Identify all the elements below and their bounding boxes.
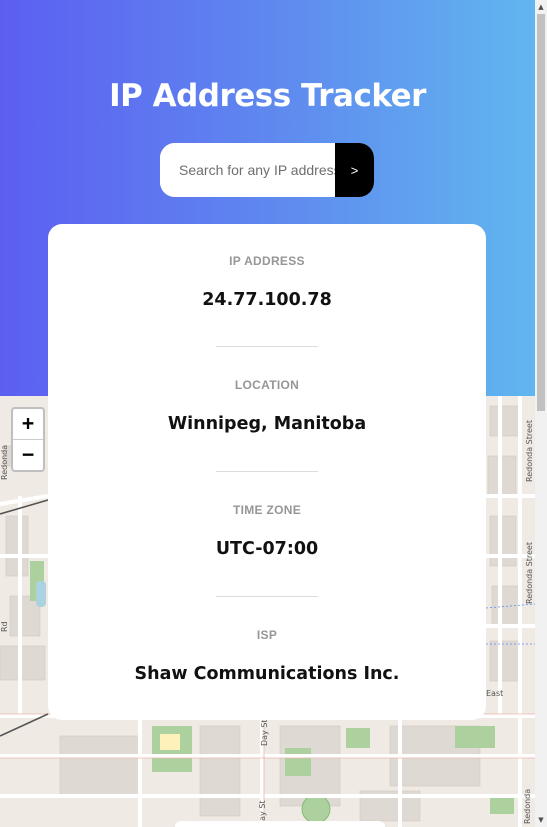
zoom-out-button[interactable]: − <box>13 439 43 470</box>
stat-ip-address-label: IP ADDRESS <box>229 254 305 268</box>
stat-isp-label: ISP <box>256 628 278 642</box>
street-label-east: East <box>486 689 503 698</box>
stat-timezone-label: TIME ZONE <box>232 503 302 517</box>
stat-divider <box>216 471 318 472</box>
street-label-left-b: Rd <box>0 621 9 632</box>
stat-timezone: TIME ZONE UTC-07:00 <box>48 503 486 559</box>
scrollbar-thumb[interactable] <box>537 14 545 411</box>
street-label-left-a: Redonda <box>0 445 9 480</box>
search-input[interactable] <box>160 143 335 197</box>
stat-location-value: Winnipeg, Manitoba <box>167 414 367 434</box>
stat-ip-address: IP ADDRESS 24.77.100.78 <box>48 254 486 310</box>
stat-isp: ISP Shaw Communications Inc. <box>48 628 486 684</box>
stat-ip-address-value: 24.77.100.78 <box>202 290 332 310</box>
search-submit-button[interactable]: > <box>335 143 374 197</box>
stat-timezone-value: UTC-07:00 <box>215 539 319 559</box>
page-title: IP Address Tracker <box>109 78 426 114</box>
stat-location: LOCATION Winnipeg, Manitoba <box>48 378 486 434</box>
map-attribution-stub <box>175 821 385 827</box>
street-label-redonda-b: Redonda Street <box>525 542 534 604</box>
page: IP Address Tracker > <box>0 0 547 827</box>
street-label-day-a: Day St <box>260 719 269 746</box>
street-label-redonda-a: Redonda Street <box>525 420 534 482</box>
page-scrollbar[interactable]: ▲ ▼ <box>535 0 547 827</box>
scroll-down-icon[interactable]: ▼ <box>537 815 545 825</box>
stat-divider <box>216 596 318 597</box>
map-zoom-control: + − <box>11 407 45 472</box>
stat-isp-value: Shaw Communications Inc. <box>134 664 400 684</box>
search-form: > <box>160 143 374 197</box>
street-label-redonda-c: Redonda <box>523 789 532 824</box>
scroll-up-icon[interactable]: ▲ <box>537 2 545 12</box>
ip-info-card: IP ADDRESS 24.77.100.78 LOCATION Winnipe… <box>48 224 486 720</box>
stat-divider <box>216 346 318 347</box>
stat-location-label: LOCATION <box>234 378 300 392</box>
zoom-in-button[interactable]: + <box>13 409 43 439</box>
